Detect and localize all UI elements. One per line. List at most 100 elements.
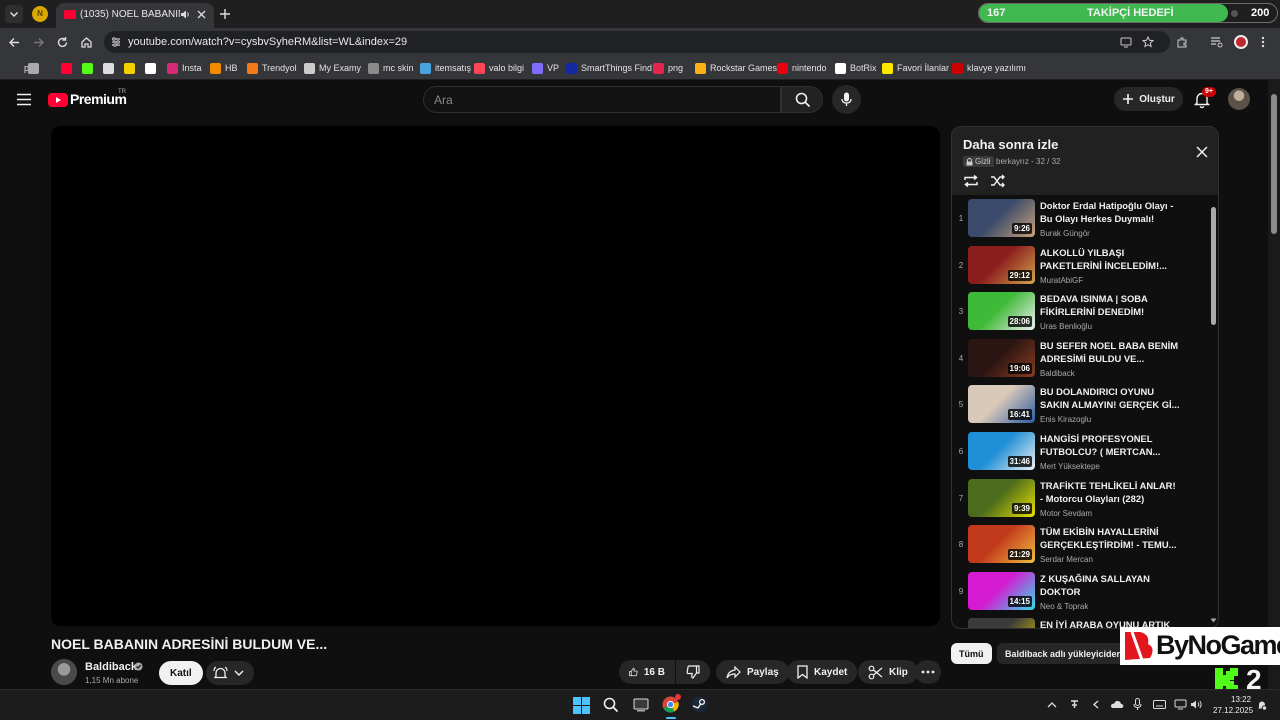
playlist-item-thumbnail[interactable]: 14:15	[968, 571, 1035, 610]
hamburger-menu-icon[interactable]	[16, 93, 32, 106]
scroll-down-arrow-icon[interactable]	[1210, 618, 1217, 623]
clock-time[interactable]: 13:22	[1231, 695, 1251, 704]
bookmark-star-icon[interactable]	[1142, 36, 1154, 48]
clock-date[interactable]: 27.12.2025	[1213, 706, 1253, 715]
playlist-item[interactable]: 3 28:06 BEDAVA ISINMA | SOBA FİKİRLERİNİ D…	[952, 290, 1210, 336]
network-icon[interactable]	[1174, 699, 1187, 710]
bookmark-item[interactable]	[145, 61, 160, 75]
media-controls-icon[interactable]	[1210, 36, 1223, 48]
create-button[interactable]: Oluştur	[1114, 87, 1183, 111]
volume-icon[interactable]	[1190, 699, 1203, 710]
playlist-item-thumbnail[interactable]: 9:39	[968, 478, 1035, 517]
bookmark-item[interactable]: klavye yazılımı	[952, 61, 1026, 75]
more-actions-button[interactable]	[915, 660, 941, 684]
playlist-item-title[interactable]: BU DOLANDIRICI OYUNU SAKIN ALMAYIN! GERÇ…	[1040, 385, 1180, 411]
bookmark-item[interactable]: valo bilgi	[474, 61, 524, 75]
steam-icon[interactable]	[691, 696, 708, 713]
share-button[interactable]: Paylaş	[716, 660, 789, 684]
playlist-item[interactable]: 6 31:46 HANGİSİ PROFESYONEL FUTBOLCU? ( ME…	[952, 430, 1210, 476]
bookmark-item[interactable]	[82, 61, 97, 75]
playlist-item-title[interactable]: HANGİSİ PROFESYONEL FUTBOLCU? ( MERTCAN.…	[1040, 432, 1180, 458]
bookmark-item[interactable]: Favori İlanlar	[882, 61, 949, 75]
playlist-item-title[interactable]: ALKOLLÜ YILBAŞI PAKETLERİNİ İNCELEDİM!..…	[1040, 246, 1180, 272]
site-info-icon[interactable]	[110, 36, 122, 48]
join-button[interactable]: Katıl	[159, 661, 203, 685]
playlist-item-title[interactable]: TRAFİKTE TEHLİKELİ ANLAR! - Motorcu Olay…	[1040, 479, 1180, 505]
install-app-icon[interactable]	[1120, 36, 1132, 48]
search-input[interactable]: Ara	[423, 86, 781, 113]
account-avatar[interactable]	[1228, 88, 1250, 110]
playlist-item-thumbnail[interactable]: 28:06	[968, 292, 1035, 331]
bookmark-item[interactable]	[28, 61, 43, 75]
bookmark-item[interactable]: Trendyol	[247, 61, 297, 75]
playlist-item-thumbnail[interactable]	[968, 618, 1035, 628]
dislike-button[interactable]	[676, 660, 710, 684]
active-tab[interactable]: (1035) NOEL BABANIN ADR	[56, 3, 214, 28]
bookmark-item[interactable]: Insta	[167, 61, 202, 75]
back-icon[interactable]	[8, 36, 21, 49]
keyboard-icon[interactable]	[1153, 700, 1166, 709]
notifications-button[interactable]: 9+	[1192, 87, 1216, 111]
playlist-item[interactable]: 8 21:29 TÜM EKİBİN HAYALLERİNİ GERÇEKLEŞTİ…	[952, 523, 1210, 569]
tray-app-icon[interactable]	[1069, 699, 1080, 710]
shuffle-icon[interactable]	[990, 174, 1005, 188]
save-button[interactable]: Kaydet	[787, 660, 858, 684]
playlist-item-thumbnail[interactable]: 16:41	[968, 385, 1035, 424]
channel-avatar[interactable]	[51, 659, 77, 685]
like-button[interactable]: 16 B	[619, 660, 675, 684]
pinned-tab[interactable]: N	[32, 6, 48, 22]
tab-list-button[interactable]	[5, 5, 23, 23]
profile-avatar[interactable]	[1234, 35, 1248, 49]
close-tab-icon[interactable]	[196, 9, 207, 20]
bookmark-item[interactable]: png	[653, 61, 683, 75]
playlist-item[interactable]: 5 16:41 BU DOLANDIRICI OYUNU SAKIN ALMAYIN…	[952, 383, 1210, 429]
playlist-item-title[interactable]: Z KUŞAĞINA SALLAYAN DOKTOR	[1040, 572, 1180, 598]
playlist-item[interactable]: 9 14:15 Z KUŞAĞINA SALLAYAN DOKTOR Neo & To…	[952, 570, 1210, 616]
youtube-premium-logo[interactable]: Premium TR	[48, 89, 128, 109]
playlist-item[interactable]: 1 9:26 Doktor Erdal Hatipoğlu Olayı - Bu O…	[952, 197, 1210, 243]
task-view-icon[interactable]	[633, 698, 649, 712]
voice-search-button[interactable]	[832, 85, 861, 114]
playlist-scrollbar[interactable]	[1210, 199, 1218, 627]
channel-name[interactable]: Baldiback	[85, 661, 137, 673]
playlist-item-title[interactable]: BU SEFER NOEL BABA BENİM ADRESİMİ BULDU …	[1040, 339, 1180, 365]
playlist-item-thumbnail[interactable]: 31:46	[968, 432, 1035, 470]
speaker-icon[interactable]	[180, 9, 191, 20]
playlist-item[interactable]: 7 9:39 TRAFİKTE TEHLİKELİ ANLAR! - Motorcu…	[952, 477, 1210, 523]
bookmark-item[interactable]: SmartThings Find	[566, 61, 652, 75]
browser-menu-icon[interactable]	[1260, 36, 1266, 48]
bookmark-item[interactable]	[124, 61, 139, 75]
bookmark-item[interactable]	[61, 61, 76, 75]
playlist-title[interactable]: Daha sonra izle	[963, 137, 1058, 152]
playlist-item[interactable]: 2 29:12 ALKOLLÜ YILBAŞI PAKETLERİNİ İNCELE…	[952, 244, 1210, 290]
windows-start-icon[interactable]	[573, 697, 590, 714]
video-player[interactable]	[51, 126, 940, 626]
subscribed-bell-button[interactable]	[206, 661, 254, 685]
new-tab-icon[interactable]	[219, 8, 231, 20]
home-icon[interactable]	[80, 36, 93, 49]
extensions-icon[interactable]	[1176, 36, 1188, 48]
bookmark-item[interactable]: mc skin	[368, 61, 414, 75]
clip-button[interactable]: Klip	[858, 660, 918, 684]
playlist-item-thumbnail[interactable]: 29:12	[968, 245, 1035, 284]
reload-icon[interactable]	[56, 36, 69, 49]
playlist-item-title[interactable]: TÜM EKİBİN HAYALLERİNİ GERÇEKLEŞTİRDİM! …	[1040, 525, 1180, 551]
bookmark-item[interactable]: itemsatış	[420, 61, 471, 75]
notification-center-icon[interactable]	[1257, 700, 1267, 711]
forward-icon[interactable]	[32, 36, 45, 49]
playlist-item-thumbnail[interactable]: 21:29	[968, 525, 1035, 564]
bookmark-item[interactable]: VP	[532, 61, 559, 75]
bookmark-item[interactable]: HB	[210, 61, 238, 75]
playlist-item-title[interactable]: BEDAVA ISINMA | SOBA FİKİRLERİNİ DENEDİM…	[1040, 292, 1180, 318]
bookmark-item[interactable]: My Examy	[304, 61, 361, 75]
show-hidden-icons-icon[interactable]	[1047, 701, 1057, 708]
loop-icon[interactable]	[963, 174, 979, 188]
playlist-scrollbar-thumb[interactable]	[1211, 207, 1216, 325]
tray-arrow-icon[interactable]	[1091, 699, 1102, 710]
bookmark-item[interactable]	[103, 61, 118, 75]
chip-all[interactable]: Tümü	[951, 643, 992, 664]
page-scrollbar-thumb[interactable]	[1271, 94, 1277, 234]
page-scrollbar[interactable]	[1268, 80, 1280, 689]
search-button[interactable]	[781, 86, 823, 113]
playlist-item-title[interactable]: Doktor Erdal Hatipoğlu Olayı - Bu Olayı …	[1040, 199, 1180, 225]
